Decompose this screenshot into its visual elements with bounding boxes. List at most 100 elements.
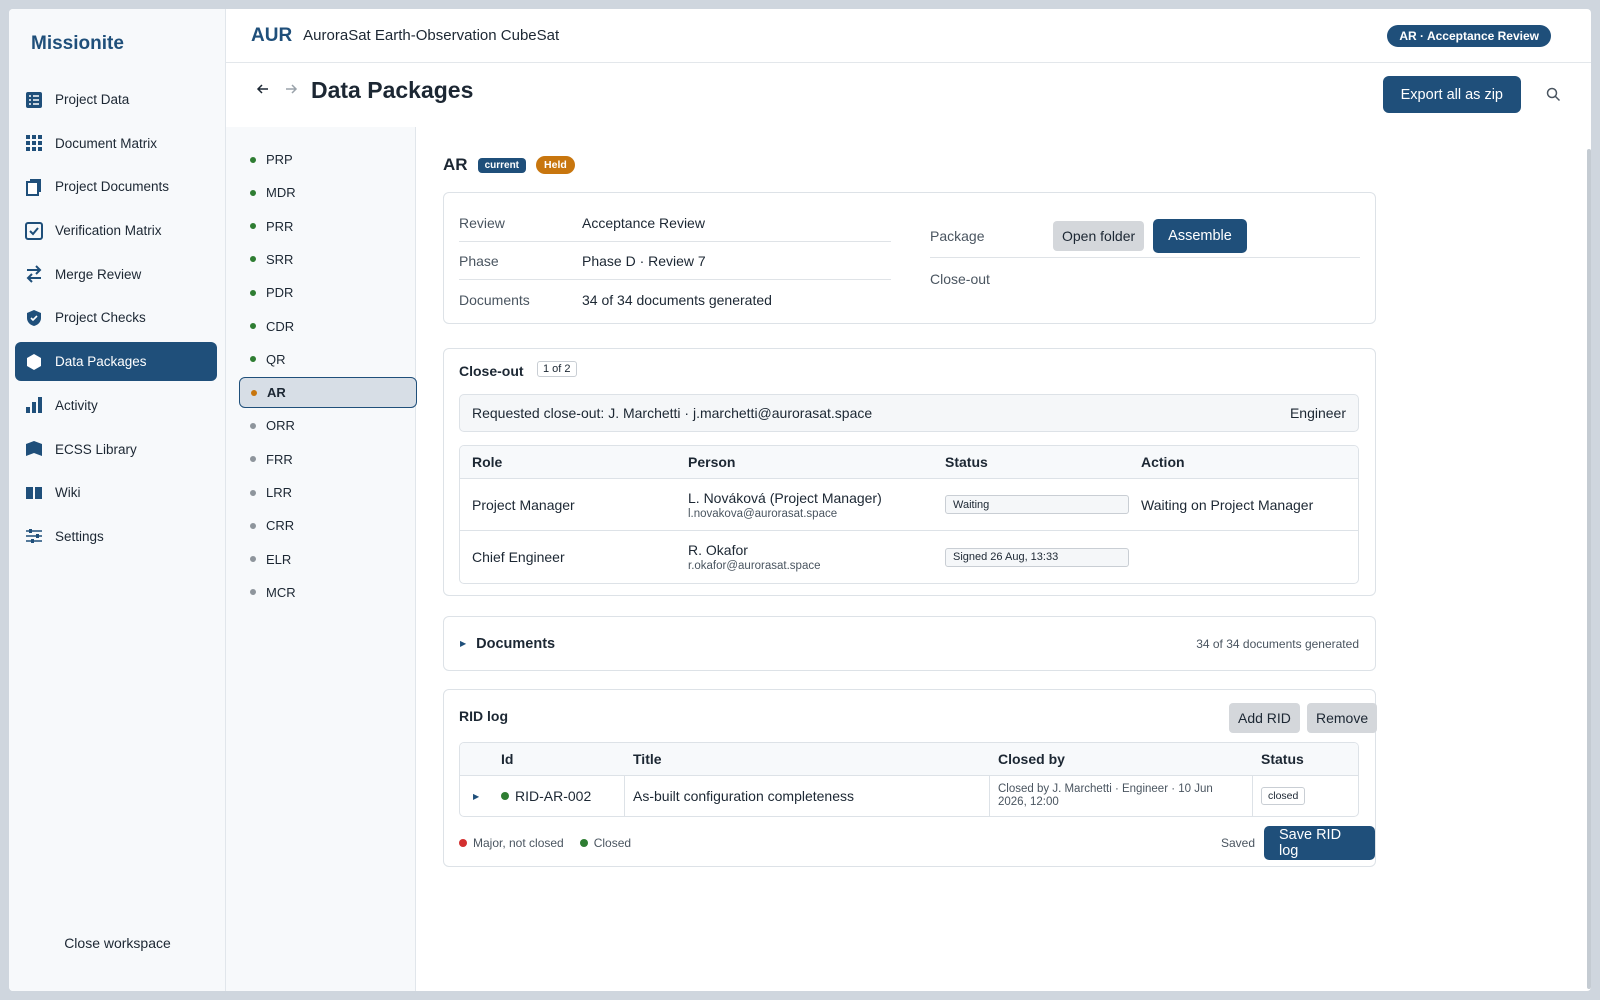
legend-major: Major, not closed <box>473 836 564 850</box>
rid-id: RID-AR-002 <box>515 788 592 804</box>
search-button[interactable] <box>1546 87 1561 105</box>
sidebar: Missionite Project Data Document Matrix Pr… <box>9 9 226 991</box>
status-cell: Waiting <box>945 479 1129 530</box>
rid-log-card: RID log Add RID Remove Id Title Closed b… <box>443 689 1378 867</box>
current-review-pill[interactable]: AR · Acceptance Review <box>1387 25 1551 47</box>
closeout-label: Close-out <box>930 271 990 287</box>
signoff-table: Role Person Status Action Project Manage… <box>459 445 1359 584</box>
review-code: LRR <box>266 485 293 500</box>
scrollbar[interactable] <box>1587 149 1591 989</box>
info-value: Phase D · Review 7 <box>582 253 706 269</box>
review-item-cdr[interactable]: CDR <box>239 311 417 342</box>
status-badge: Waiting <box>945 495 1129 514</box>
requested-closeout-text: Requested close-out: J. Marchetti · j.ma… <box>472 405 873 421</box>
review-header: AR current Held <box>443 155 575 175</box>
sidebar-item-activity[interactable]: Activity <box>15 386 217 425</box>
review-info-card: Review Acceptance Review Phase Phase D ·… <box>443 192 1376 324</box>
review-item-orr[interactable]: ORR <box>239 410 417 441</box>
remove-rid-button[interactable]: Remove <box>1307 703 1378 733</box>
header-role: Role <box>472 454 503 470</box>
review-code: PRP <box>266 152 293 167</box>
sidebar-item-project-documents[interactable]: Project Documents <box>15 167 217 206</box>
package-label: Package <box>930 227 985 244</box>
person-name: R. Okafor <box>688 542 748 558</box>
review-item-mdr[interactable]: MDR <box>239 177 417 208</box>
sidebar-item-document-matrix[interactable]: Document Matrix <box>15 124 217 163</box>
expand-triangle-icon[interactable]: ▶ <box>460 639 466 648</box>
sidebar-item-project-data[interactable]: Project Data <box>15 80 217 119</box>
saved-indicator: Saved <box>1221 836 1256 850</box>
sidebar-item-label: Project Checks <box>55 310 146 326</box>
rid-closed-by: Closed by J. Marchetti · Engineer · 10 J… <box>998 783 1213 808</box>
main-panel: AR current Held Review Acceptance Review… <box>416 127 1591 991</box>
sidebar-item-data-packages[interactable]: Data Packages <box>15 342 217 382</box>
sidebar-item-project-checks[interactable]: Project Checks <box>15 298 217 337</box>
assemble-button[interactable]: Assemble <box>1153 218 1247 253</box>
review-code: ORR <box>266 418 295 434</box>
grid-icon <box>24 133 44 153</box>
page-title: Data Packages <box>311 77 474 103</box>
review-status-dot <box>250 456 256 463</box>
sidebar-item-merge-review[interactable]: Merge Review <box>15 255 217 294</box>
closeout-row: Close-out <box>930 269 1360 289</box>
documents-card[interactable]: ▶ Documents 34 of 34 documents generated <box>443 616 1376 671</box>
sidebar-item-settings[interactable]: Settings <box>15 517 217 556</box>
review-code: SRR <box>266 251 294 267</box>
review-item-srr[interactable]: SRR <box>239 244 417 275</box>
review-status-dot <box>251 389 257 396</box>
header-person: Person <box>688 454 736 470</box>
review-list: PRP MDR PRR SRR PDR CDR QR AR ORR FRR LRR CRR ELR MCR <box>226 127 417 991</box>
sidebar-item-wiki[interactable]: Wiki <box>15 473 217 512</box>
person-cell: L. Nováková (Project Manager) l.novakova… <box>688 479 882 530</box>
role-cell: Chief Engineer <box>472 549 565 565</box>
back-button[interactable] <box>256 82 270 101</box>
close-workspace-button[interactable]: Close workspace <box>9 935 226 951</box>
rid-table: Id Title Closed by Status ▶ RID-AR-002 A… <box>459 742 1359 817</box>
held-badge: Held <box>536 156 575 174</box>
review-item-prp[interactable]: PRP <box>239 144 417 175</box>
requested-closeout-bar: Requested close-out: J. Marchetti · j.ma… <box>459 394 1359 432</box>
app-window: Missionite Project Data Document Matrix Pr… <box>9 9 1591 991</box>
sidebar-item-ecss-library[interactable]: ECSS Library <box>15 430 217 469</box>
review-item-lrr[interactable]: LRR <box>239 477 417 508</box>
review-item-prr[interactable]: PRR <box>239 211 417 242</box>
legend-closed: Closed <box>593 836 632 850</box>
sidebar-item-label: Activity <box>55 397 98 413</box>
major-dot <box>459 839 467 847</box>
project-name: AuroraSat Earth-Observation CubeSat <box>303 27 560 44</box>
shield-check-icon <box>24 308 44 328</box>
swap-arrows-icon <box>24 264 44 284</box>
review-item-mcr[interactable]: MCR <box>239 577 417 608</box>
header-status: Status <box>1261 751 1304 767</box>
review-item-pdr[interactable]: PDR <box>239 277 417 308</box>
forward-button[interactable] <box>284 82 298 101</box>
review-status-dot <box>250 589 256 596</box>
review-item-qr[interactable]: QR <box>239 344 417 375</box>
status-badge: closed <box>1261 787 1306 805</box>
review-item-elr[interactable]: ELR <box>239 544 417 575</box>
open-folder-button[interactable]: Open folder <box>1053 220 1145 251</box>
rid-row[interactable]: ▶ RID-AR-002 As-built configuration comp… <box>460 776 1358 816</box>
info-row-phase: Phase Phase D · Review 7 <box>459 243 891 280</box>
add-rid-button[interactable]: Add RID <box>1229 703 1300 733</box>
bar-chart-icon <box>24 395 44 415</box>
export-all-button[interactable]: Export all as zip <box>1382 76 1521 113</box>
expand-triangle-icon[interactable]: ▶ <box>473 776 479 816</box>
review-item-ar[interactable]: AR <box>239 377 417 409</box>
current-badge: current <box>477 157 527 173</box>
table-header: Role Person Status Action <box>460 446 1358 479</box>
sliders-icon <box>24 526 44 546</box>
review-item-crr[interactable]: CRR <box>239 510 417 541</box>
documents-title: Documents <box>476 635 556 652</box>
review-status-dot <box>250 289 256 296</box>
save-rid-log-button[interactable]: Save RID log <box>1264 826 1375 860</box>
sidebar-item-label: ECSS Library <box>55 441 137 457</box>
review-code: QR <box>266 351 286 367</box>
person-email: l.novakova@aurorasat.space <box>688 507 838 520</box>
arrow-right-icon <box>286 84 298 94</box>
review-code: AR <box>267 385 286 401</box>
sidebar-item-verification-matrix[interactable]: Verification Matrix <box>15 211 217 250</box>
sidebar-item-label: Data Packages <box>55 354 147 370</box>
header-title: Title <box>633 751 662 767</box>
review-item-frr[interactable]: FRR <box>239 444 417 475</box>
